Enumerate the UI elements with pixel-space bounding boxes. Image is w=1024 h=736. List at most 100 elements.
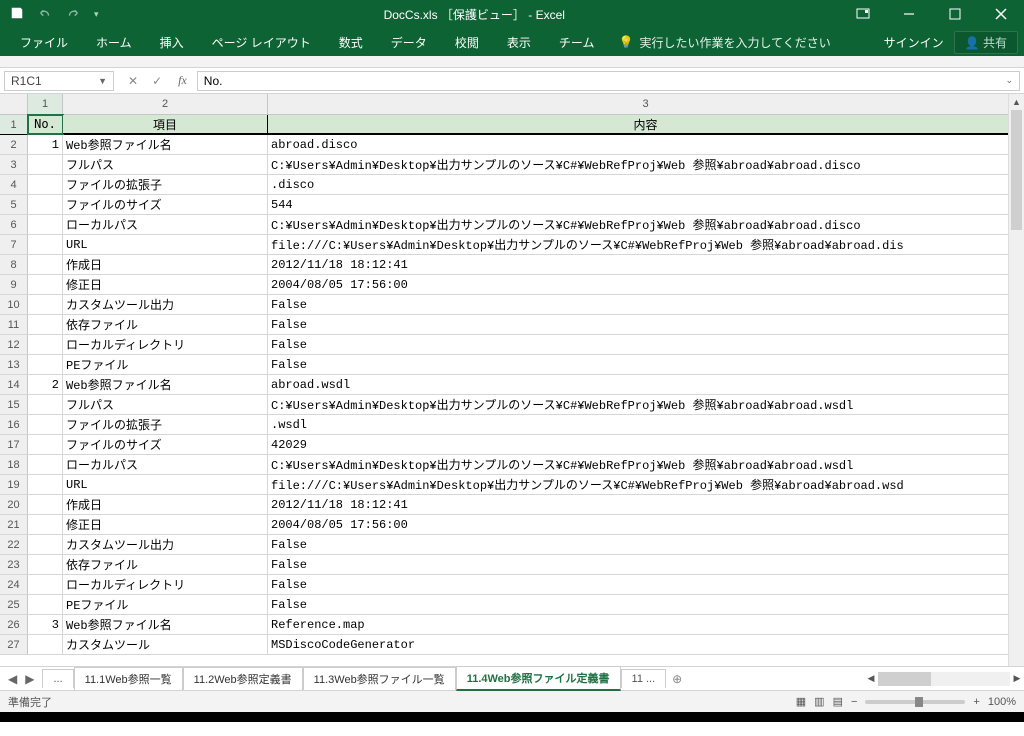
formula-bar[interactable]: No. ⌄ [197,71,1020,91]
horizontal-scrollbar[interactable] [878,672,1010,686]
close-icon[interactable] [978,0,1024,28]
tab-team[interactable]: チーム [545,28,609,56]
scroll-thumb[interactable] [1011,110,1022,230]
cell-no[interactable] [28,535,63,554]
view-pagelayout-icon[interactable]: ▥ [814,695,824,708]
row-header[interactable]: 22 [0,535,28,554]
zoom-slider[interactable] [865,700,965,704]
cell-val[interactable]: .disco [268,175,1024,194]
cell-item[interactable]: PEファイル [63,595,268,614]
tab-view[interactable]: 表示 [493,28,545,56]
minimize-icon[interactable] [886,0,932,28]
tab-nav-next-icon[interactable]: ▶ [25,672,34,686]
cell-item[interactable]: 修正日 [63,275,268,294]
qat-dropdown-icon[interactable]: ▾ [94,9,99,20]
row-header[interactable]: 20 [0,495,28,514]
cell-no[interactable] [28,335,63,354]
cell-no[interactable] [28,295,63,314]
tab-layout[interactable]: ページ レイアウト [198,28,325,56]
row-header[interactable]: 7 [0,235,28,254]
expand-formula-icon[interactable]: ⌄ [1005,75,1013,86]
cancel-formula-icon[interactable]: ✕ [128,74,138,88]
cell-no[interactable]: 2 [28,375,63,394]
sheet-tab-5[interactable]: 11 ... [621,669,667,688]
scroll-up-icon[interactable]: ▲ [1009,94,1024,110]
row-header[interactable]: 27 [0,635,28,654]
cell-item[interactable]: PEファイル [63,355,268,374]
cell-item[interactable]: URL [63,235,268,254]
sheet-tab-4[interactable]: 11.4Web参照ファイル定義書 [456,666,621,691]
cell-item[interactable]: 作成日 [63,255,268,274]
fx-icon[interactable]: fx [172,73,193,88]
cell-val[interactable]: C:¥Users¥Admin¥Desktop¥出力サンプルのソース¥C#¥Web… [268,155,1024,174]
save-icon[interactable] [10,6,24,23]
cell-val[interactable]: 544 [268,195,1024,214]
cell-item[interactable]: カスタムツール [63,635,268,654]
cell-no[interactable] [28,575,63,594]
cell-val[interactable]: abroad.disco [268,135,1024,154]
cell-val[interactable]: False [268,555,1024,574]
header-cell-no[interactable]: No. [28,115,63,134]
col-header-3[interactable]: 3 [268,94,1024,114]
cell-no[interactable]: 3 [28,615,63,634]
cell-item[interactable]: Web参照ファイル名 [63,375,268,394]
tab-review[interactable]: 校閲 [441,28,493,56]
cell-val[interactable]: Reference.map [268,615,1024,634]
cell-val[interactable]: abroad.wsdl [268,375,1024,394]
header-cell-item[interactable]: 項目 [63,115,268,134]
row-header[interactable]: 24 [0,575,28,594]
cell-item[interactable]: フルパス [63,155,268,174]
cell-no[interactable] [28,235,63,254]
cell-no[interactable] [28,315,63,334]
row-header[interactable]: 19 [0,475,28,494]
cell-item[interactable]: Web参照ファイル名 [63,135,268,154]
cell-item[interactable]: ファイルのサイズ [63,435,268,454]
cell-val[interactable]: C:¥Users¥Admin¥Desktop¥出力サンプルのソース¥C#¥Web… [268,455,1024,474]
row-header[interactable]: 16 [0,415,28,434]
row-header[interactable]: 17 [0,435,28,454]
cell-no[interactable] [28,635,63,654]
maximize-icon[interactable] [932,0,978,28]
cell-no[interactable] [28,195,63,214]
cell-no[interactable] [28,455,63,474]
tab-insert[interactable]: 挿入 [146,28,198,56]
row-header[interactable]: 1 [0,115,28,134]
row-header[interactable]: 23 [0,555,28,574]
cell-val[interactable]: 2004/08/05 17:56:00 [268,275,1024,294]
sheet-tab-3[interactable]: 11.3Web参照ファイル一覧 [303,667,456,690]
cell-no[interactable] [28,475,63,494]
name-box[interactable]: R1C1 ▼ [4,71,114,91]
row-header[interactable]: 4 [0,175,28,194]
cell-val[interactable]: False [268,575,1024,594]
cell-no[interactable] [28,495,63,514]
cell-item[interactable]: ファイルの拡張子 [63,415,268,434]
cell-val[interactable]: 42029 [268,435,1024,454]
cell-val[interactable]: False [268,595,1024,614]
cell-val[interactable]: False [268,315,1024,334]
cell-no[interactable] [28,215,63,234]
row-header[interactable]: 5 [0,195,28,214]
cell-item[interactable]: ローカルパス [63,215,268,234]
row-header[interactable]: 11 [0,315,28,334]
cell-item[interactable]: 依存ファイル [63,555,268,574]
cell-item[interactable]: ローカルディレクトリ [63,575,268,594]
row-header[interactable]: 10 [0,295,28,314]
cell-no[interactable] [28,515,63,534]
cell-val[interactable]: file:///C:¥Users¥Admin¥Desktop¥出力サンプルのソー… [268,235,1024,254]
tab-home[interactable]: ホーム [82,28,146,56]
cell-no[interactable] [28,395,63,414]
cell-item[interactable]: ローカルディレクトリ [63,335,268,354]
row-header[interactable]: 3 [0,155,28,174]
sheet-tab-1[interactable]: 11.1Web参照一覧 [74,667,183,690]
row-header[interactable]: 21 [0,515,28,534]
new-sheet-icon[interactable]: ⊕ [666,672,688,686]
tell-me[interactable]: 💡 実行したい作業を入力してください [608,34,840,51]
sheet-tab-2[interactable]: 11.2Web参照定義書 [183,667,303,690]
enter-formula-icon[interactable]: ✓ [152,74,162,88]
vertical-scrollbar[interactable]: ▲ [1008,94,1024,666]
hscroll-right-icon[interactable]: ▶ [1010,673,1024,684]
cell-item[interactable]: ファイルのサイズ [63,195,268,214]
cell-item[interactable]: URL [63,475,268,494]
cell-val[interactable]: file:///C:¥Users¥Admin¥Desktop¥出力サンプルのソー… [268,475,1024,494]
cell-val[interactable]: 2004/08/05 17:56:00 [268,515,1024,534]
